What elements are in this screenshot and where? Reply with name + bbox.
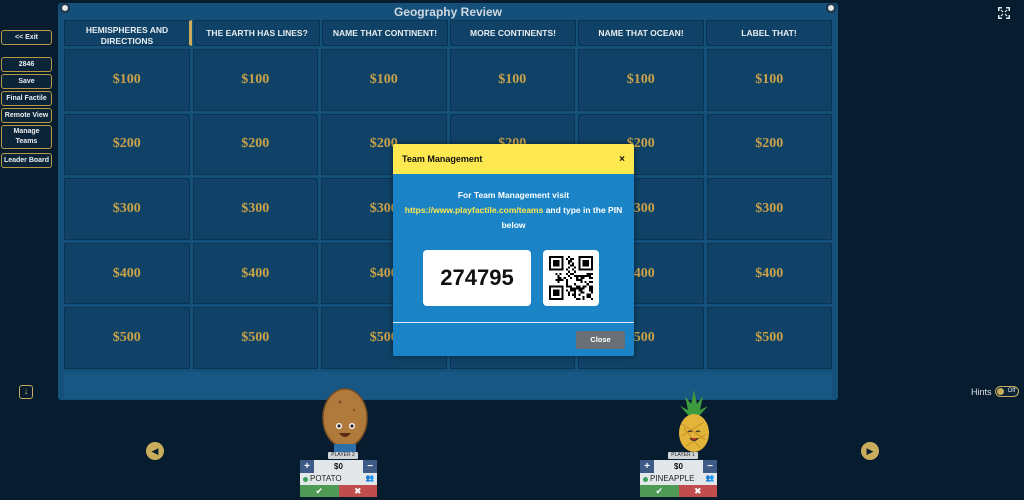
board-footer [64,372,832,399]
player-name-label: POTATO [310,474,342,483]
player-name: PINEAPPLE [640,473,703,485]
hints-control[interactable]: Hints Off [971,386,1019,397]
question-cell[interactable]: $100 [578,49,704,111]
fullscreen-icon[interactable] [998,7,1010,19]
question-cell[interactable]: $400 [192,242,318,305]
manage-teams-button[interactable]: Manage Teams [1,125,52,149]
question-cell[interactable]: $200 [192,113,318,176]
hints-label: Hints [971,386,992,397]
pineapple-avatar [679,390,709,452]
teams-link[interactable]: https://www.playfactile.com/teams [405,205,544,215]
category-header: LABEL THAT! [706,20,832,46]
player-tag: PLAYER 1 [668,452,698,459]
team-management-modal: Team Management × For Team Management vi… [393,144,634,356]
category-header: HEMISPHERES AND DIRECTIONS [64,20,192,46]
game-id-label: 2846 [1,57,52,72]
question-cell[interactable]: $100 [321,49,447,111]
qr-code-icon [543,250,599,306]
close-button[interactable]: Close [576,331,625,349]
exit-button[interactable]: << Exit [1,30,52,45]
remote-view-button[interactable]: Remote View [1,108,52,123]
status-dot-icon [303,476,308,482]
modal-title: Team Management [402,154,483,164]
category-header: THE EARTH HAS LINES? [194,20,320,46]
next-player-arrow-icon[interactable]: ▶ [861,442,879,460]
incorrect-x-icon[interactable]: ✖ [338,485,377,497]
correct-check-icon[interactable]: ✔ [300,485,339,497]
question-cell[interactable]: $500 [64,307,190,369]
divider [393,322,634,323]
pin-display: 274795 [423,250,531,306]
question-cell[interactable]: $300 [64,178,190,240]
category-header: MORE CONTINENTS! [450,20,576,46]
player-tag: PLAYER 2 [328,452,358,459]
down-arrow-icon[interactable]: ↓ [19,385,33,399]
team-icon[interactable]: 👥 [363,473,377,485]
team-icon[interactable]: 👥 [703,473,717,485]
incorrect-x-icon[interactable]: ✖ [678,485,717,497]
question-cell[interactable]: $300 [192,178,318,240]
potato-avatar [322,388,368,454]
question-cell[interactable]: $200 [64,113,190,176]
player-name-label: PINEAPPLE [650,474,695,483]
category-header: NAME THAT CONTINENT! [322,20,448,46]
hints-toggle[interactable]: Off [994,386,1019,397]
player-score: $0 [314,460,363,473]
question-cell[interactable]: $500 [706,307,832,369]
question-cell[interactable]: $400 [706,242,832,305]
add-points-button[interactable]: + [640,460,654,473]
prev-player-arrow-icon[interactable]: ◀ [146,442,164,460]
correct-check-icon[interactable]: ✔ [640,485,679,497]
instruction-line: For Team Management visit [457,190,570,200]
player-name: POTATO [300,473,363,485]
modal-instructions: For Team Management visit https://www.pl… [403,188,624,233]
leader-board-button[interactable]: Leader Board [1,153,52,168]
add-points-button[interactable]: + [300,460,314,473]
question-cell[interactable]: $100 [706,49,832,111]
close-icon[interactable]: × [619,154,625,165]
subtract-points-button[interactable]: − [363,460,377,473]
modal-header: Team Management × [393,144,634,174]
question-cell[interactable]: $100 [64,49,190,111]
status-dot-icon [643,476,648,482]
question-cell[interactable]: $400 [64,242,190,305]
hints-state: Off [1007,388,1016,394]
board-title: Geography Review [393,5,503,19]
category-header: NAME THAT OCEAN! [578,20,704,46]
final-factile-button[interactable]: Final Factile [1,91,52,106]
player-score: $0 [654,460,703,473]
save-button[interactable]: Save [1,74,52,89]
subtract-points-button[interactable]: − [703,460,717,473]
question-cell[interactable]: $300 [706,178,832,240]
question-cell[interactable]: $100 [192,49,318,111]
question-cell[interactable]: $500 [192,307,318,369]
category-row: HEMISPHERES AND DIRECTIONS THE EARTH HAS… [64,20,832,46]
question-cell[interactable]: $100 [449,49,575,111]
question-cell[interactable]: $200 [706,113,832,176]
